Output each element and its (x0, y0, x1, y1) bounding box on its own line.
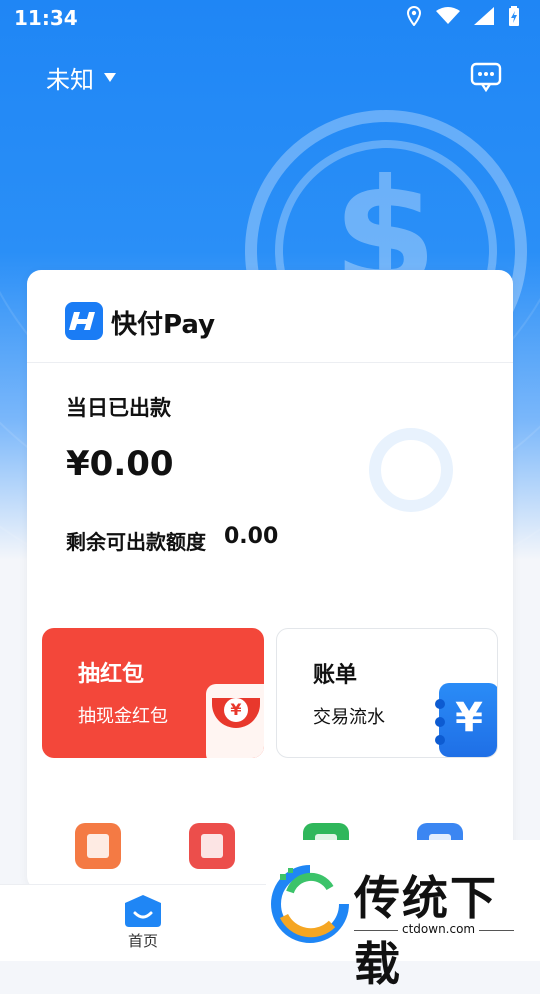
message-button[interactable] (470, 60, 502, 93)
decorative-ring (369, 428, 453, 512)
status-icons (406, 6, 520, 26)
home-icon (125, 895, 161, 927)
bill-tile[interactable]: 账单 交易流水 ¥ (276, 628, 498, 758)
today-payout-label: 当日已出款 (66, 396, 171, 420)
shortcut-glyph (201, 834, 223, 858)
top-bar: 未知 (0, 56, 540, 100)
tile-subtitle: 交易流水 (313, 707, 385, 728)
tab-home-label: 首页 (127, 932, 158, 950)
remaining-quota-value: 0.00 (224, 524, 279, 549)
shortcut-glyph (87, 834, 109, 858)
city-label: 未知 (46, 66, 94, 94)
signal-icon (474, 7, 494, 25)
ledger-binding (435, 735, 445, 745)
red-envelope-tile[interactable]: 抽红包 抽现金红包 ¥ (42, 628, 264, 758)
tile-title: 账单 (313, 663, 358, 688)
city-selector[interactable]: 未知 (46, 60, 116, 95)
dropdown-caret-icon (104, 73, 116, 82)
watermark: 传统下载 ctdown.com (266, 840, 540, 991)
brand-name: 快付Pay (111, 310, 216, 340)
shortcut-tablet-icon[interactable] (75, 823, 121, 869)
ledger-binding (435, 699, 445, 709)
remaining-quota-label: 剩余可出款额度 (66, 530, 206, 554)
yuan-icon: ¥ (455, 695, 483, 741)
red-envelope-icon: ¥ (206, 684, 264, 758)
watermark-logo-icon (271, 865, 349, 943)
tab-home[interactable]: 首页 (118, 895, 168, 951)
location-icon (406, 6, 422, 26)
balance-card: 快付Pay 当日已出款 ¥0.00 剩余可出款额度 0.00 抽红包 抽现金红包… (27, 270, 513, 890)
ledger-icon: ¥ (435, 683, 497, 757)
tile-title: 抽红包 (78, 662, 145, 687)
brand-logo-icon (65, 302, 103, 340)
today-payout-amount: ¥0.00 (66, 444, 174, 484)
wifi-icon (436, 7, 460, 24)
shortcut-card-icon[interactable] (189, 823, 235, 869)
tile-subtitle: 抽现金红包 (78, 706, 168, 727)
card-header: 快付Pay (27, 270, 513, 363)
watermark-url: ctdown.com (398, 922, 480, 936)
battery-charging-icon (509, 6, 519, 26)
chat-bubble-icon (470, 62, 502, 93)
status-bar: 11:34 (0, 0, 540, 36)
yuan-icon: ¥ (224, 698, 248, 722)
status-time: 11:34 (14, 6, 78, 30)
ledger-binding (435, 717, 445, 727)
